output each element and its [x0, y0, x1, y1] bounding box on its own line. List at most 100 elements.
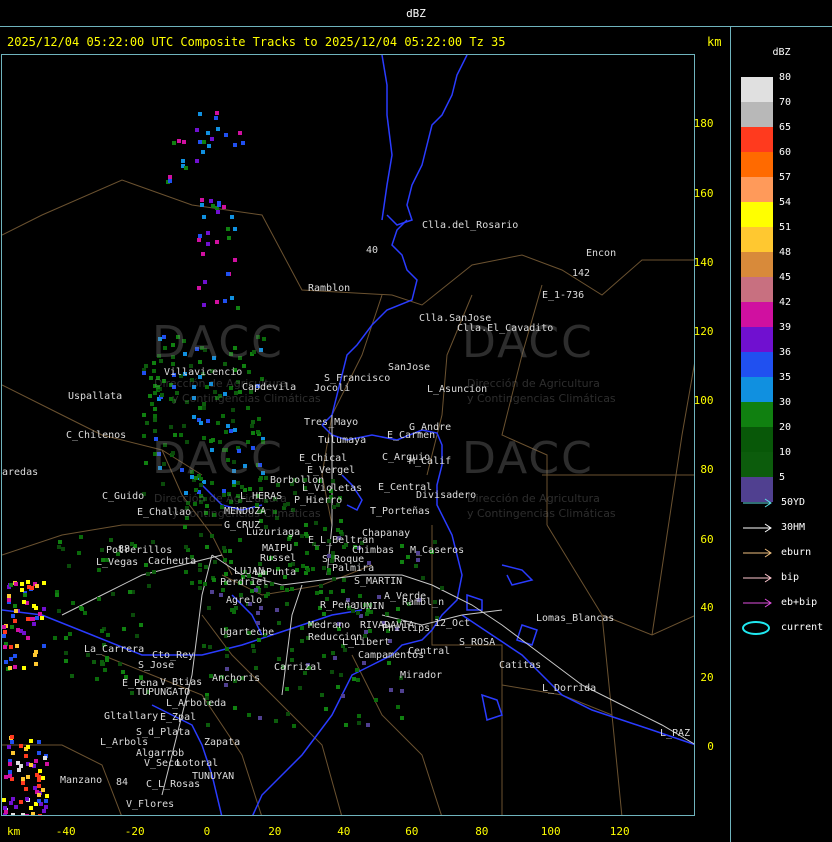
radar-echo-pixel — [7, 745, 11, 749]
town-label: L_Asuncion — [427, 384, 488, 395]
radar-echo-pixel — [160, 393, 164, 397]
radar-echo-pixel — [315, 591, 319, 595]
radar-echo-pixel — [97, 597, 101, 601]
legend-swatch-label: 39 — [779, 322, 792, 333]
radar-echo-pixel — [70, 674, 74, 678]
x-tick-label: 120 — [609, 825, 630, 838]
radar-echo-pixel — [258, 716, 262, 720]
town-label: L_Arboleda — [166, 698, 227, 709]
radar-echo-pixel — [44, 799, 48, 803]
radar-echo-pixel — [254, 588, 258, 592]
radar-echo-pixel — [181, 159, 185, 163]
radar-echo-pixel — [292, 724, 296, 728]
radar-echo-pixel — [211, 204, 215, 208]
radar-echo-pixel — [264, 594, 268, 598]
radar-map-panel[interactable]: DACC Dirección de Agricultura y Continge… — [1, 54, 695, 816]
legend-swatch-label: 60 — [779, 147, 792, 158]
radar-echo-pixel — [151, 540, 155, 544]
radar-echo-pixel — [396, 705, 400, 709]
radar-echo-pixel — [152, 570, 156, 574]
radar-echo-pixel — [202, 406, 206, 410]
radar-echo-pixel — [131, 613, 135, 617]
radar-echo-pixel — [16, 761, 20, 765]
radar-echo-pixel — [97, 568, 101, 572]
radar-echo-pixel — [71, 601, 75, 605]
radar-echo-pixel — [339, 530, 343, 534]
y-tick-label: 100 — [693, 394, 714, 407]
radar-echo-pixel — [9, 583, 13, 587]
town-label: C_Chilenos — [66, 430, 127, 441]
radar-echo-pixel — [13, 604, 17, 608]
radar-echo-pixel — [35, 616, 39, 620]
radar-echo-pixel — [198, 112, 202, 116]
radar-echo-pixel — [42, 644, 46, 648]
radar-echo-pixel — [217, 203, 221, 207]
radar-echo-pixel — [8, 774, 12, 778]
radar-echo-pixel — [341, 589, 345, 593]
y-tick-label: 60 — [700, 533, 714, 546]
y-axis-unit: km — [707, 35, 722, 49]
dacc-watermark-4-line1: Dirección de Agricultura — [467, 492, 600, 505]
radar-echo-pixel — [199, 421, 203, 425]
radar-echo-pixel — [250, 589, 254, 593]
radar-echo-pixel — [29, 815, 33, 816]
legend-track-current: current — [741, 621, 831, 635]
radar-echo-pixel — [182, 424, 186, 428]
town-label: Uspallata — [68, 391, 123, 402]
radar-echo-pixel — [198, 406, 202, 410]
legend-swatch — [741, 177, 773, 202]
radar-echo-pixel — [389, 688, 393, 692]
radar-echo-pixel — [199, 533, 203, 537]
radar-echo-pixel — [38, 814, 42, 815]
radar-echo-pixel — [4, 775, 8, 779]
x-tick-label: 40 — [337, 825, 351, 838]
radar-echo-pixel — [329, 590, 333, 594]
dacc-watermark-1: DACC — [152, 317, 284, 368]
town-label: S_Jose — [138, 660, 175, 671]
radar-echo-pixel — [322, 612, 326, 616]
radar-echo-pixel — [356, 678, 360, 682]
current-ellipse-icon — [742, 621, 770, 635]
radar-echo-pixel — [257, 638, 261, 642]
town-label: 40 — [366, 245, 379, 256]
radar-echo-pixel — [41, 788, 45, 792]
radar-echo-pixel — [14, 805, 18, 809]
radar-echo-pixel — [270, 582, 274, 586]
radar-echo-pixel — [274, 719, 278, 723]
town-label: E_Chical — [299, 453, 348, 464]
radar-echo-pixel — [21, 777, 25, 781]
radar-echo-pixel — [247, 370, 251, 374]
town-label: La_Carrera — [84, 644, 145, 655]
town-label: Lotoral — [176, 758, 219, 769]
radar-echo-pixel — [142, 413, 146, 417]
town-label: Medrano — [308, 620, 351, 631]
radar-echo-pixel — [259, 606, 263, 610]
radar-echo-pixel — [9, 801, 13, 805]
radar-echo-pixel — [222, 546, 226, 550]
legend-track-30hm: 30HM — [741, 521, 831, 535]
radar-echo-pixel — [19, 800, 23, 804]
radar-echo-pixel — [55, 593, 59, 597]
radar-echo-pixel — [183, 525, 187, 529]
radar-echo-pixel — [440, 586, 444, 590]
radar-echo-pixel — [225, 647, 229, 651]
radar-echo-pixel — [396, 607, 400, 611]
legend-swatch-label: 48 — [779, 247, 792, 258]
radar-echo-pixel — [285, 602, 289, 606]
radar-echo-pixel — [231, 419, 235, 423]
town-label: Luzuriaga — [246, 527, 301, 538]
town-label: V_Seco — [144, 758, 181, 769]
legend-swatch — [741, 77, 773, 102]
town-label: Zapata — [204, 737, 241, 748]
radar-echo-pixel — [34, 759, 38, 763]
legend-swatch-label: 5 — [779, 472, 786, 483]
radar-echo-pixel — [230, 296, 234, 300]
radar-echo-pixel — [300, 626, 304, 630]
town-label: SanJose — [388, 362, 431, 373]
radar-echo-pixel — [230, 608, 234, 612]
radar-echo-pixel — [421, 576, 425, 580]
radar-echo-pixel — [201, 252, 205, 256]
radar-echo-pixel — [77, 551, 81, 555]
radar-echo-pixel — [144, 364, 148, 368]
radar-echo-pixel — [33, 786, 37, 790]
